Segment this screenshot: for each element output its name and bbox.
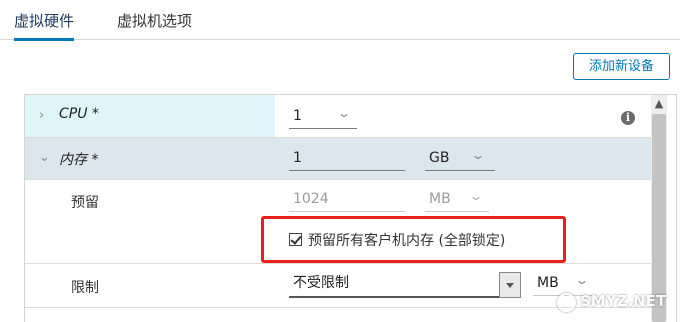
memory-row: ⌄ 内存 * 1 GB ⌄	[25, 138, 652, 180]
tab-vm-options[interactable]: 虚拟机选项	[117, 9, 192, 40]
memory-label: 内存 *	[59, 152, 99, 168]
memory-size-input[interactable]: 1	[289, 147, 405, 171]
tab-virtual-hardware[interactable]: 虚拟硬件	[14, 9, 75, 41]
chevron-down-icon[interactable]: ⌄	[468, 189, 483, 203]
add-new-device-button[interactable]: 添加新设备	[573, 53, 670, 80]
tab-bar: 虚拟硬件 虚拟机选项	[0, 0, 680, 41]
info-icon[interactable]: i	[621, 111, 635, 125]
next-row	[25, 308, 652, 322]
limit-unit-value: MB	[537, 275, 559, 291]
memory-value-cell: 1 GB ⌄	[275, 138, 652, 179]
chevron-down-icon[interactable]: ⌄	[574, 273, 589, 287]
cpu-label-cell[interactable]: › CPU *	[25, 95, 275, 137]
limit-label-cell: 限制	[25, 264, 275, 307]
memory-size-value: 1	[293, 150, 302, 166]
watermark: SMYZ.NET	[580, 292, 667, 310]
memory-unit-value: GB	[429, 150, 450, 166]
cpu-value-cell: 1 ⌄ i	[275, 95, 652, 137]
cpu-row: › CPU * 1 ⌄ i	[25, 95, 652, 138]
reservation-label-cell: 预留	[25, 180, 275, 222]
reservation-label: 预留	[71, 195, 99, 211]
limit-value: 不受限制	[293, 275, 349, 291]
memory-label-cell[interactable]: ⌄ 内存 *	[25, 138, 275, 179]
watermark-logo-icon	[557, 293, 576, 312]
reservation-unit-value: MB	[429, 191, 451, 207]
expand-chevron-icon[interactable]: ›	[39, 108, 44, 123]
limit-label: 限制	[71, 280, 99, 296]
scroll-up-icon[interactable]: ▲	[651, 95, 667, 113]
reservation-input[interactable]: 1024	[289, 188, 405, 212]
limit-input[interactable]: 不受限制	[289, 272, 519, 298]
chevron-down-icon[interactable]: ⌄	[336, 106, 351, 120]
cpu-label: CPU *	[59, 106, 99, 122]
cpu-count-value: 1	[293, 108, 302, 124]
chevron-down-icon[interactable]: ⌄	[470, 148, 485, 162]
reservation-value: 1024	[293, 191, 329, 207]
collapse-chevron-icon[interactable]: ⌄	[39, 150, 50, 165]
highlight-box	[261, 216, 566, 263]
scrollbar-thumb[interactable]	[652, 114, 666, 322]
hardware-grid: › CPU * 1 ⌄ i ⌄ 内存 * 1 GB ⌄ 预留 1024 MB ⌄…	[24, 94, 677, 322]
limit-dropdown-button[interactable]	[499, 272, 521, 298]
